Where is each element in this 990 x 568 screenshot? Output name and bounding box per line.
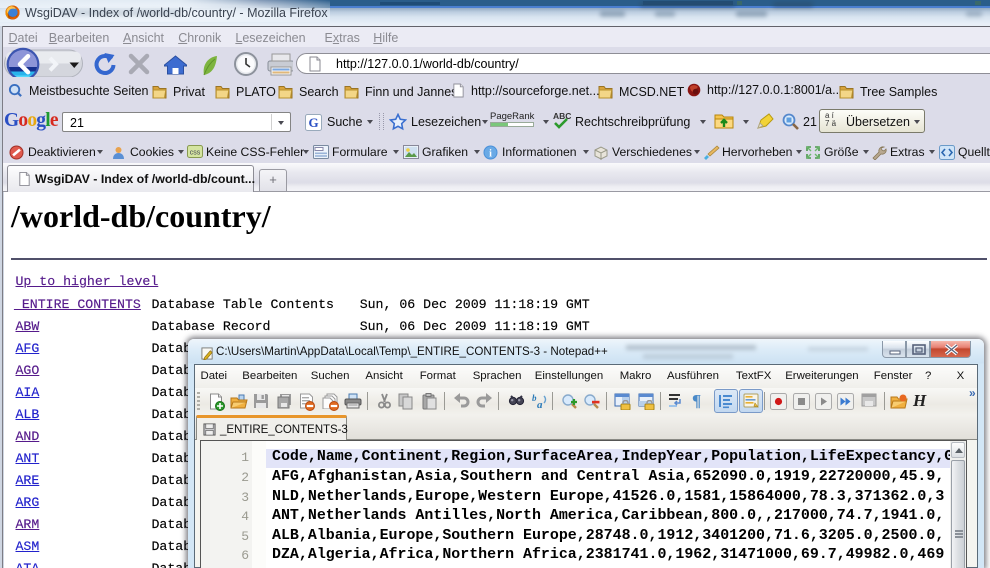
- svg-text:css: css: [190, 150, 201, 157]
- svg-text:i: i: [489, 149, 492, 160]
- svg-text:a: a: [537, 399, 543, 409]
- svg-text:G: G: [308, 115, 318, 130]
